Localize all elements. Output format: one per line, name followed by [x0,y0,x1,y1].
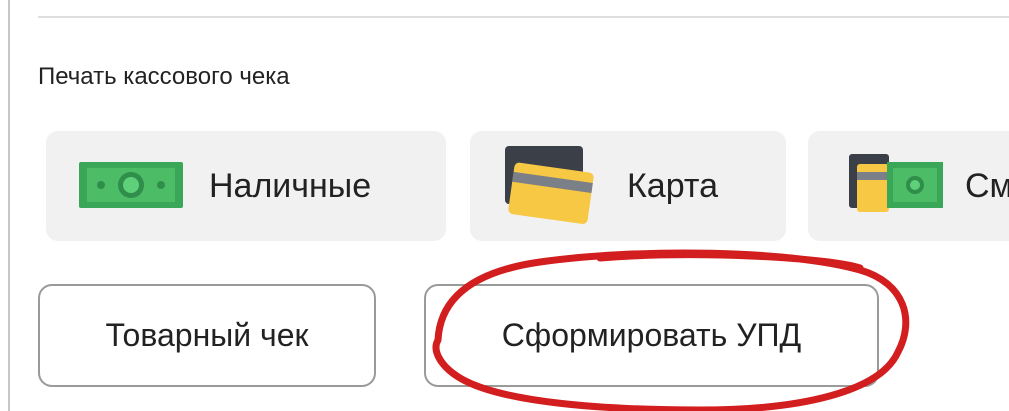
card-payment-button[interactable]: Карта [470,131,786,241]
card-icon [503,144,599,229]
cash-payment-button[interactable]: Наличные [46,131,446,241]
mixed-payment-button[interactable]: Смешанная [808,131,1009,241]
cash-icon [79,156,183,217]
section-title: Печать кассового чека [38,63,290,90]
card-payment-label: Карта [627,167,718,205]
payment-panel: Печать кассового чека Наличные Карта См … [0,0,1009,411]
panel-left-border [8,0,10,411]
top-divider [38,16,1009,18]
mixed-payment-icon [847,152,947,221]
mixed-payment-label: Смешанная [965,167,1009,205]
product-receipt-button[interactable]: Товарный чек [38,284,376,387]
cash-payment-label: Наличные [209,167,372,205]
generate-upd-button[interactable]: Сформировать УПД [424,284,879,387]
